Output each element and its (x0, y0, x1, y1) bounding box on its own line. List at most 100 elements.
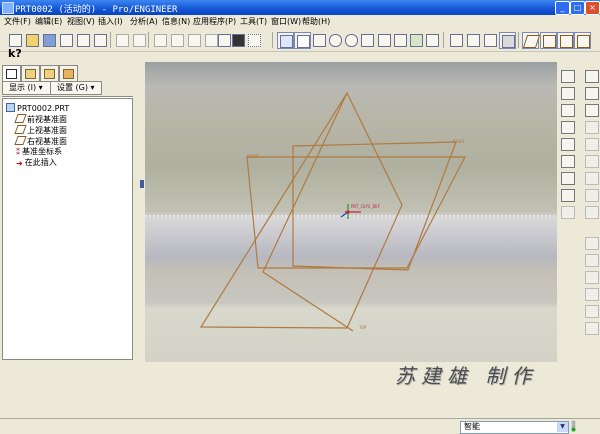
send-icon[interactable] (92, 32, 107, 47)
toolbar-separator (443, 32, 444, 48)
datum-point-tool-icon[interactable] (585, 87, 599, 100)
csys-icon[interactable] (574, 32, 591, 49)
selection-filter-select[interactable]: 智能 ▼ (460, 421, 569, 434)
toolbar-separator (272, 32, 273, 48)
refit-icon[interactable] (359, 32, 374, 47)
rib-icon[interactable] (585, 172, 599, 185)
datum-plane-icon (14, 125, 27, 134)
pattern-icon[interactable] (585, 271, 599, 284)
tree-item-part[interactable]: PRT0002.PRT (6, 103, 69, 114)
offset-icon[interactable] (585, 288, 599, 301)
title-bar: PRT0002 (活动的) - Pro/ENGINEER _ □ × (0, 0, 600, 15)
paste-icon[interactable] (186, 32, 201, 47)
tree-item-insert-here[interactable]: ➜ 在此插入 (16, 158, 57, 169)
zoom-in-icon[interactable] (327, 32, 342, 47)
cut-icon[interactable] (152, 32, 167, 47)
regenerate-icon[interactable] (216, 32, 231, 47)
menu-analysis[interactable]: 分析(A) (130, 16, 158, 27)
menu-bar: 文件(F) 编辑(E) 视图(V) 插入(I) 分析(A) 信息(N) 应用程序… (0, 15, 600, 28)
coordinate-system-icon: ⁑ (16, 148, 20, 157)
trim-icon[interactable] (585, 254, 599, 267)
datum-points-icon[interactable] (557, 32, 574, 49)
copy-icon[interactable] (169, 32, 184, 47)
context-help-icon[interactable]: k? (8, 47, 22, 60)
zoom-out-icon[interactable] (343, 32, 358, 47)
chevron-down-icon[interactable]: ▼ (557, 422, 568, 432)
model-tree: PRT0002.PRT 前视基准面 上视基准面 右视基准面 ⁑ 基准坐标系 ➜ 在此… (2, 98, 133, 360)
menu-applications[interactable]: 应用程序(P) (193, 16, 236, 27)
merge-icon[interactable] (585, 237, 599, 250)
blend-icon[interactable] (561, 155, 575, 168)
menu-file[interactable]: 文件(F) (4, 16, 31, 27)
menu-insert[interactable]: 插入(I) (98, 16, 123, 27)
plane-label-front: FRONT (247, 154, 260, 159)
menu-tools[interactable]: 工具(T) (240, 16, 267, 27)
solidify-icon[interactable] (585, 322, 599, 335)
csys-tool-icon[interactable] (561, 104, 575, 117)
settings-dropdown[interactable]: 设置 (G) ▾ (50, 81, 102, 95)
author-watermark: 苏建雄 制作 (395, 364, 538, 388)
regeneration-status-icon (571, 420, 576, 432)
panel-collapse-handle[interactable] (140, 180, 144, 188)
datum-axes-icon[interactable] (540, 32, 557, 49)
plane-label-top: TOP (359, 325, 367, 330)
show-dropdown[interactable]: 显示 (I) ▾ (2, 81, 54, 95)
sketch-icon[interactable] (561, 121, 575, 134)
thicken-icon[interactable] (585, 305, 599, 318)
analysis-icon[interactable] (585, 104, 599, 117)
draft-icon[interactable] (561, 189, 575, 202)
variable-sweep-icon[interactable] (585, 138, 599, 151)
spin-center-icon[interactable] (294, 32, 311, 49)
minimize-button[interactable]: _ (555, 1, 570, 15)
select-box-icon[interactable] (246, 32, 261, 47)
no-hidden-icon[interactable] (482, 32, 497, 47)
extrude-icon[interactable] (585, 121, 599, 134)
revolve-icon[interactable] (561, 138, 575, 151)
email-icon[interactable] (75, 32, 90, 47)
hole-icon[interactable] (585, 155, 599, 168)
layers-icon[interactable] (408, 32, 423, 47)
feature-toolbar (557, 62, 600, 402)
mirror-icon[interactable] (585, 206, 599, 219)
maximize-button[interactable]: □ (570, 1, 585, 15)
new-icon[interactable] (7, 32, 22, 47)
repaint-icon[interactable] (277, 32, 294, 49)
menu-help[interactable]: 帮助(H) (302, 16, 330, 27)
toolbar-separator (518, 32, 519, 48)
tree-item-top-plane[interactable]: 上视基准面 (14, 125, 67, 136)
shading-icon[interactable] (499, 32, 516, 49)
round-icon[interactable] (585, 189, 599, 202)
close-button[interactable]: × (585, 1, 600, 15)
tree-item-right-plane[interactable]: 右视基准面 (14, 136, 67, 147)
menu-edit[interactable]: 编辑(E) (35, 16, 62, 27)
orient-icon[interactable] (311, 32, 326, 47)
menu-view[interactable]: 视图(V) (67, 16, 95, 27)
menu-info[interactable]: 信息(N) (162, 16, 190, 27)
find-icon[interactable] (230, 32, 245, 47)
datum-axis-tool-icon[interactable] (585, 70, 599, 83)
tree-item-csys[interactable]: ⁑ 基准坐标系 (16, 147, 62, 158)
wireframe-icon[interactable] (448, 32, 463, 47)
redo-icon[interactable] (131, 32, 146, 47)
hidden-line-icon[interactable] (465, 32, 480, 47)
undo-icon[interactable] (114, 32, 129, 47)
menu-window[interactable]: 窗口(W) (271, 16, 301, 27)
main-toolbar (0, 28, 600, 52)
graphics-window[interactable]: FRONT RIGHT TOP PRT_CSYS_DEF (145, 62, 557, 362)
shell-icon[interactable] (561, 172, 575, 185)
tree-item-front-plane[interactable]: 前视基准面 (14, 114, 67, 125)
selection-filter-value: 智能 (464, 422, 480, 431)
reorient-icon[interactable] (376, 32, 391, 47)
view-manager-icon[interactable] (424, 32, 439, 47)
datum-planes-icon[interactable] (522, 32, 541, 49)
part-icon (6, 103, 15, 112)
datum-curve-tool-icon[interactable] (561, 87, 575, 100)
chamfer-icon[interactable] (561, 206, 575, 219)
saved-views-icon[interactable] (392, 32, 407, 47)
open-icon[interactable] (24, 32, 39, 47)
save-icon[interactable] (41, 32, 56, 47)
model-viewport[interactable]: FRONT RIGHT TOP PRT_CSYS_DEF (145, 62, 557, 362)
datum-plane-tool-icon[interactable] (561, 70, 575, 83)
csys-label: PRT_CSYS_DEF (351, 204, 380, 209)
print-icon[interactable] (58, 32, 73, 47)
